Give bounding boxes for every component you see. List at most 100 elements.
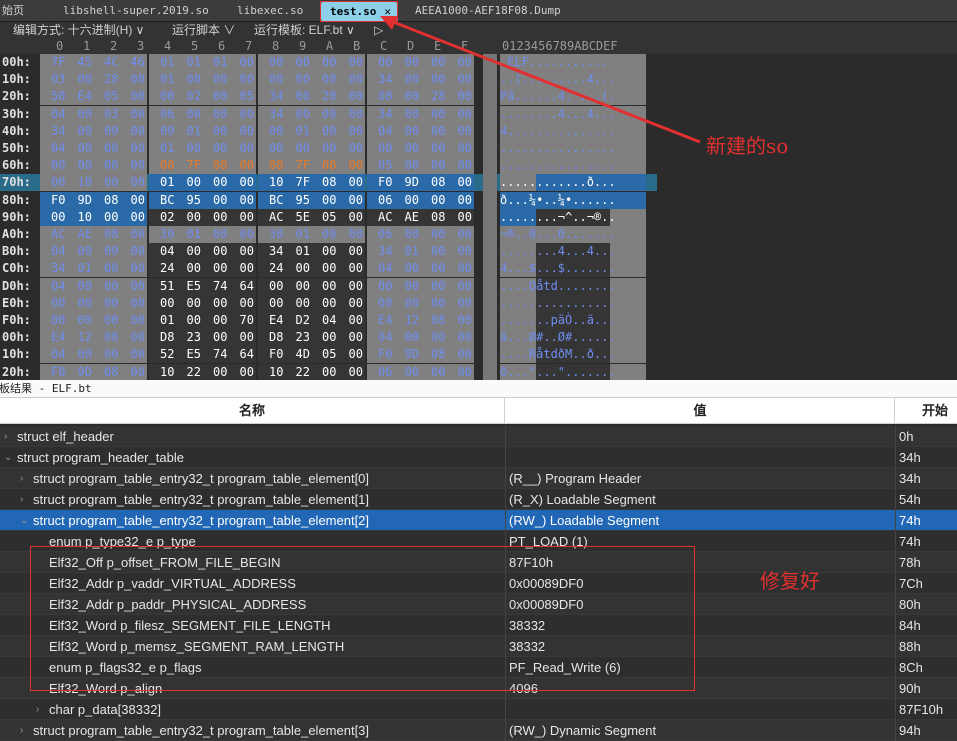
- ascii-text[interactable]: ....Qåtd........: [500, 277, 646, 295]
- ascii-text[interactable]: ................: [500, 140, 646, 157]
- hex-byte[interactable]: 00: [119, 191, 147, 209]
- result-row[interactable]: enum p_type32_e p_type PT_LOAD (1) 74h: [0, 531, 957, 552]
- hex-byte[interactable]: 00: [393, 105, 421, 123]
- hex-byte[interactable]: 10: [149, 363, 176, 380]
- hex-byte[interactable]: 00: [446, 105, 474, 123]
- hex-byte[interactable]: 00: [93, 174, 120, 192]
- ascii-text[interactable]: ........¬^..¬®..: [500, 208, 646, 226]
- hex-byte[interactable]: 00: [311, 243, 338, 261]
- ascii-text[interactable]: ........4...4...: [500, 243, 646, 261]
- hex-byte[interactable]: 00: [446, 140, 474, 157]
- hex-byte[interactable]: 74: [202, 277, 229, 295]
- hex-byte[interactable]: 00: [393, 71, 421, 89]
- hex-byte[interactable]: 00: [311, 105, 338, 123]
- hex-byte[interactable]: 00: [337, 312, 365, 329]
- hex-byte[interactable]: 28: [93, 71, 120, 89]
- hex-byte[interactable]: 06: [367, 363, 394, 380]
- hex-byte[interactable]: 08: [420, 208, 447, 226]
- hex-byte[interactable]: 00: [337, 243, 365, 261]
- hex-byte[interactable]: 24: [258, 260, 285, 278]
- hex-byte[interactable]: 06: [367, 191, 394, 209]
- hex-byte[interactable]: 00: [175, 208, 203, 226]
- hex-byte[interactable]: 00: [367, 54, 394, 71]
- hex-byte[interactable]: 00: [175, 294, 203, 312]
- hex-byte[interactable]: 00: [337, 140, 365, 157]
- hex-byte[interactable]: 00: [311, 122, 338, 140]
- hex-byte[interactable]: 00: [446, 312, 474, 329]
- hex-byte[interactable]: 00: [119, 243, 147, 261]
- hex-byte[interactable]: 00: [119, 277, 147, 295]
- hex-byte[interactable]: 22: [284, 363, 312, 380]
- hex-byte[interactable]: 00: [420, 140, 447, 157]
- hex-byte[interactable]: 00: [40, 157, 67, 175]
- hex-byte[interactable]: 00: [40, 174, 67, 192]
- hex-byte[interactable]: 00: [337, 277, 365, 295]
- ascii-text[interactable]: ................: [500, 157, 646, 175]
- hex-byte[interactable]: 45: [66, 54, 94, 71]
- hex-byte[interactable]: 01: [284, 122, 312, 140]
- hex-byte[interactable]: 00: [393, 54, 421, 71]
- result-row[interactable]: ⌄ struct program_table_entry32_t program_…: [0, 510, 957, 531]
- hex-byte[interactable]: 00: [393, 294, 421, 312]
- hex-byte[interactable]: 00: [66, 243, 94, 261]
- result-row[interactable]: Elf32_Word p_align 4096 90h: [0, 678, 957, 699]
- hex-byte[interactable]: 00: [446, 363, 474, 380]
- hex-byte[interactable]: 12: [66, 329, 94, 347]
- hex-byte[interactable]: 00: [202, 329, 229, 347]
- hex-byte[interactable]: 00: [337, 363, 365, 380]
- tab-dump[interactable]: AEEA1000-AEF18F08.Dump: [415, 0, 561, 22]
- hex-byte[interactable]: 00: [228, 105, 256, 123]
- hex-byte[interactable]: 01: [66, 260, 94, 278]
- hex-byte[interactable]: 00: [446, 54, 474, 71]
- hex-byte[interactable]: 00: [228, 363, 256, 380]
- hex-byte[interactable]: 08: [311, 174, 338, 192]
- hex-byte[interactable]: BC: [149, 191, 176, 209]
- chevron-down-icon[interactable]: ⌄: [20, 510, 28, 531]
- chevron-down-icon[interactable]: ⌄: [4, 447, 12, 468]
- hex-byte[interactable]: 00: [93, 260, 120, 278]
- hex-byte[interactable]: 00: [420, 277, 447, 295]
- hex-byte[interactable]: 00: [258, 54, 285, 71]
- hex-byte[interactable]: 00: [337, 174, 365, 192]
- hex-byte[interactable]: 00: [175, 260, 203, 278]
- hex-byte[interactable]: 00: [228, 226, 256, 243]
- hex-byte[interactable]: 00: [337, 54, 365, 71]
- hex-byte[interactable]: 00: [311, 260, 338, 278]
- hex-byte[interactable]: 00: [119, 346, 147, 364]
- ascii-text[interactable]: ¬®..0...0.......: [500, 226, 646, 243]
- hex-byte[interactable]: 00: [175, 174, 203, 192]
- hex-byte[interactable]: 00: [258, 277, 285, 295]
- hex-byte[interactable]: 08: [420, 174, 447, 192]
- hex-byte[interactable]: 64: [228, 346, 256, 364]
- hex-byte[interactable]: 7F: [40, 54, 67, 71]
- hex-byte[interactable]: 00: [420, 54, 447, 71]
- hex-byte[interactable]: 00: [311, 294, 338, 312]
- hex-byte[interactable]: 00: [446, 294, 474, 312]
- hex-byte[interactable]: 00: [420, 71, 447, 89]
- hex-byte[interactable]: 01: [149, 54, 176, 71]
- hex-byte[interactable]: AC: [40, 226, 67, 243]
- hex-byte[interactable]: F0: [258, 346, 285, 364]
- hex-byte[interactable]: E4: [40, 329, 67, 347]
- hex-byte[interactable]: 00: [175, 105, 203, 123]
- hex-byte[interactable]: 00: [66, 71, 94, 89]
- tab-libexec[interactable]: libexec.so: [237, 0, 303, 22]
- hex-byte[interactable]: 05: [93, 88, 120, 106]
- hex-byte[interactable]: 00: [393, 122, 421, 140]
- hex-byte[interactable]: 00: [393, 88, 421, 106]
- hex-byte[interactable]: 00: [284, 277, 312, 295]
- hex-byte[interactable]: 04: [367, 329, 394, 347]
- hex-byte[interactable]: 64: [228, 277, 256, 295]
- chevron-right-icon[interactable]: ›: [36, 699, 39, 720]
- hex-byte[interactable]: 00: [228, 243, 256, 261]
- ascii-text[interactable]: 4...$...$.......: [500, 260, 646, 278]
- hex-byte[interactable]: 00: [175, 140, 203, 157]
- hex-byte[interactable]: 04: [367, 122, 394, 140]
- hex-byte[interactable]: 08: [93, 329, 120, 347]
- hex-byte[interactable]: 00: [93, 140, 120, 157]
- hex-byte[interactable]: 00: [119, 363, 147, 380]
- hex-byte[interactable]: 01: [284, 226, 312, 243]
- hex-byte[interactable]: 34: [40, 260, 67, 278]
- hex-byte[interactable]: 00: [284, 54, 312, 71]
- ascii-text[interactable]: ð...¼•..¼•......: [500, 191, 646, 209]
